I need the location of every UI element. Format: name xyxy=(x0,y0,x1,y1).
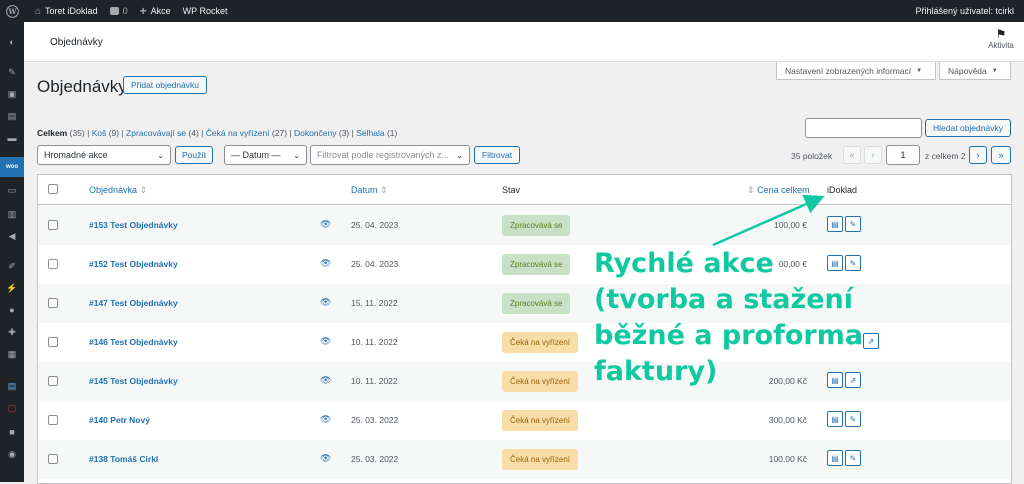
annotation-text: Rychlé akce (tvorba a stažení běžné a pr… xyxy=(594,246,894,390)
annotation-line: Rychlé akce xyxy=(594,248,774,279)
annotation-line: faktury) xyxy=(594,356,718,387)
annotation-line: (tvorba a stažení xyxy=(594,284,853,315)
annotation-line: běžné a proforma xyxy=(594,320,864,351)
annotation-arrow-icon xyxy=(712,194,825,247)
